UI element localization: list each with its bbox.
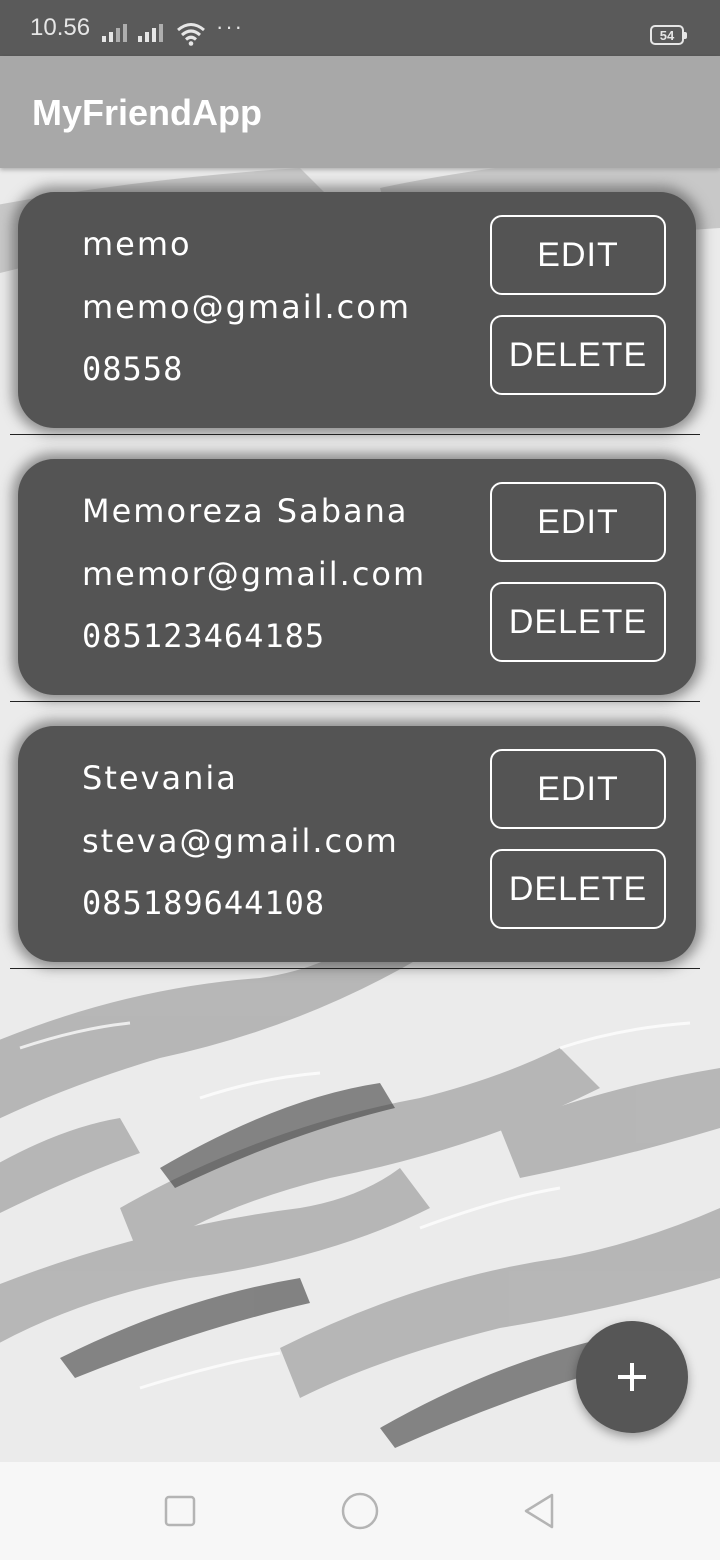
app-title: MyFriendApp [32,92,262,133]
square-recents-icon [164,1495,196,1527]
signal-icon-2 [138,20,163,42]
friend-name: memo [82,225,192,263]
delete-button[interactable]: DELETE [490,582,666,662]
friend-name: Stevania [82,759,238,797]
circle-home-icon [341,1492,379,1530]
delete-button[interactable]: DELETE [490,315,666,395]
row-divider [10,967,700,969]
friend-email: memor@gmail.com [82,555,427,593]
add-friend-button[interactable] [576,1321,688,1433]
list-item: memo memo@gmail.com 08558 EDIT DELETE [0,168,720,435]
edit-button[interactable]: EDIT [490,215,666,295]
status-bar: 10.56 ··· 54 [0,0,720,56]
friend-phone: 085123464185 [82,617,326,655]
edit-button[interactable]: EDIT [490,482,666,562]
friend-card: Memoreza Sabana memor@gmail.com 08512346… [18,459,696,695]
friend-list-area[interactable]: memo memo@gmail.com 08558 EDIT DELETE Me… [0,168,720,1462]
battery-icon: 54 [650,25,687,45]
home-button[interactable] [300,1462,420,1560]
friend-card: memo memo@gmail.com 08558 EDIT DELETE [18,192,696,428]
edit-button[interactable]: EDIT [490,749,666,829]
friend-phone: 085189644108 [82,884,326,922]
friend-email: memo@gmail.com [82,288,411,326]
delete-button[interactable]: DELETE [490,849,666,929]
triangle-back-icon [524,1493,554,1529]
more-notifications-icon: ··· [216,14,244,39]
system-nav-bar [0,1462,720,1560]
wifi-icon [177,23,205,46]
friend-name: Memoreza Sabana [82,492,409,530]
status-time: 10.56 [30,14,91,41]
friend-card: Stevania steva@gmail.com 085189644108 ED… [18,726,696,962]
friend-email: steva@gmail.com [82,822,399,860]
friend-phone: 08558 [82,350,184,388]
list-item: Memoreza Sabana memor@gmail.com 08512346… [0,435,720,702]
recents-button[interactable] [120,1462,240,1560]
app-bar: MyFriendApp [0,56,720,168]
list-item: Stevania steva@gmail.com 085189644108 ED… [0,702,720,969]
back-button[interactable] [480,1462,600,1560]
signal-icon [102,20,127,42]
plus-icon [618,1363,646,1391]
